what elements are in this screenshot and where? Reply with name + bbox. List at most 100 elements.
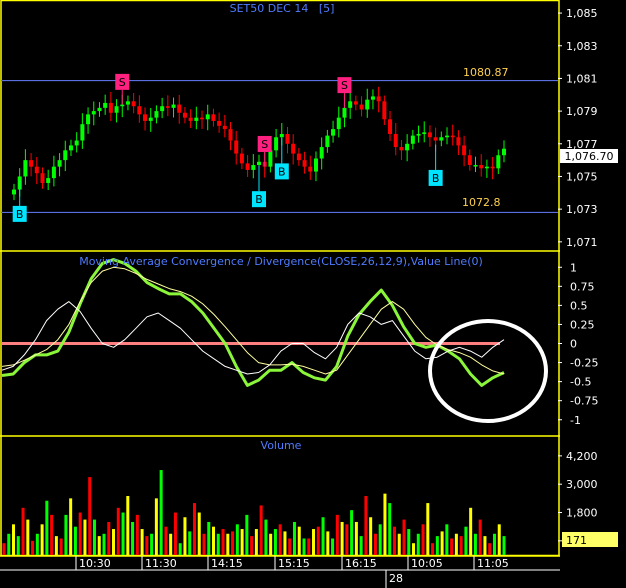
current-price-marker: 1,076.70 (560, 149, 618, 163)
volume-bar (435, 536, 439, 555)
volume-bar (345, 524, 349, 555)
volume-bar (259, 505, 263, 555)
volume-bar (50, 514, 54, 555)
signal-label: S (341, 79, 348, 92)
candlestick (63, 140, 68, 172)
volume-bar (207, 521, 211, 555)
volume-bar (178, 543, 182, 555)
candlestick (473, 156, 478, 173)
candlestick (23, 149, 28, 185)
candle-body (57, 160, 62, 167)
candle-body (211, 114, 216, 121)
volume-bar (92, 519, 96, 555)
candlestick (46, 169, 51, 191)
volume-bar (145, 536, 149, 555)
candlestick (239, 147, 244, 170)
price-y-tick-label: 1,083 (566, 40, 598, 53)
macd-y-tick-label: -0.75 (570, 395, 598, 408)
volume-bar (192, 503, 196, 555)
volume-bar (250, 536, 254, 555)
candlestick (376, 86, 381, 113)
candle-body (285, 133, 290, 144)
candle-body (456, 137, 461, 146)
candle-body (313, 158, 318, 172)
candle-body (353, 101, 358, 105)
volume-bar (264, 519, 268, 555)
candle-body (359, 104, 364, 110)
candle-body (63, 150, 68, 161)
candle-body (439, 137, 444, 141)
candle-body (97, 107, 102, 112)
candle-body (91, 111, 96, 115)
candlestick (462, 135, 467, 167)
volume-bar (254, 529, 258, 555)
volume-bar (326, 531, 330, 555)
candlestick (34, 157, 39, 185)
candlestick (188, 109, 193, 128)
volume-bar (59, 538, 63, 555)
candlestick (353, 95, 358, 111)
candle-body (422, 132, 427, 134)
volume-bar (407, 529, 411, 555)
candle-body (484, 166, 489, 169)
candlestick (416, 125, 421, 143)
candlestick (502, 140, 506, 163)
candle-body (365, 99, 370, 110)
candle-body (68, 145, 73, 151)
volume-bar (231, 531, 235, 555)
candle-body (171, 104, 176, 108)
candlestick (40, 167, 45, 189)
candlestick (205, 104, 210, 131)
candle-body (325, 135, 330, 148)
candle-body (251, 165, 256, 170)
candlestick (399, 140, 404, 160)
candle-body (194, 117, 199, 121)
stock-chart: BSSBBSB 1,0851,0831,0811,0791,0771,0751,… (0, 0, 618, 588)
candle-body (342, 107, 347, 118)
volume-bar (226, 533, 230, 555)
volume-bar (212, 526, 216, 555)
volume-bar (154, 498, 158, 555)
candlestick (359, 96, 364, 117)
candlestick (97, 102, 102, 117)
volume-bar (183, 517, 187, 555)
volume-bar (473, 533, 477, 555)
volume-bar (369, 517, 373, 555)
volume-bar (202, 533, 206, 555)
volume-bar (21, 507, 25, 555)
volume-bar (321, 517, 325, 555)
volume-bar (454, 533, 458, 555)
candlestick (467, 149, 472, 171)
current-volume-label: 171 (566, 534, 587, 547)
date-label: 28 (389, 572, 403, 585)
candlestick (143, 107, 148, 131)
candle-body (388, 119, 393, 134)
volume-bar (483, 536, 487, 555)
candlestick (68, 139, 73, 157)
signal-label: B (255, 193, 263, 206)
volume-bar (69, 498, 73, 555)
candle-body (143, 114, 148, 121)
volume-bar (7, 533, 11, 555)
candle-body (274, 137, 279, 151)
macd-y-tick-label: -0.25 (570, 357, 598, 370)
volume-bar (188, 531, 192, 555)
candlestick (80, 113, 85, 149)
volume-bar (364, 496, 368, 555)
candle-body (445, 135, 450, 138)
price-chart-title: SET50 DEC 14 [5] (230, 2, 335, 15)
candle-body (131, 101, 136, 107)
candle-body (405, 143, 410, 151)
volume-bar (54, 536, 58, 555)
volume-bar (88, 477, 92, 555)
volume-y-tick-label: 4,200 (566, 450, 598, 463)
volume-bars (2, 470, 506, 555)
candlestick (245, 155, 250, 177)
candlestick (12, 183, 16, 201)
candle-body (200, 117, 205, 120)
candlestick (410, 129, 415, 150)
candle-body (205, 114, 210, 120)
candle-body (490, 166, 495, 169)
candle-body (217, 120, 222, 126)
candlestick (234, 130, 239, 165)
